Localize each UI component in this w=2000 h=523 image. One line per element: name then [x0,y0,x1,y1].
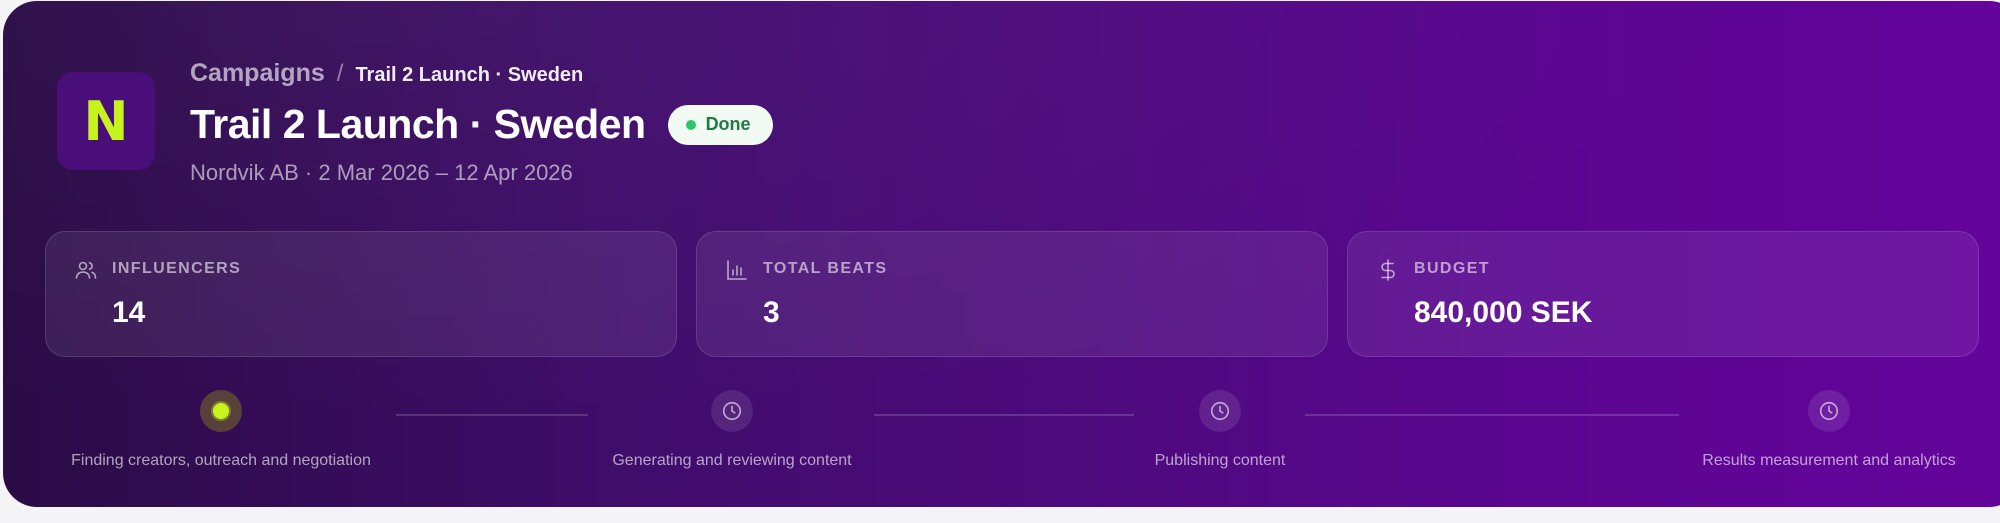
progress-step-generating-content[interactable]: Generating and reviewing content [482,390,982,470]
breadcrumb-current: Trail 2 Launch · Sweden [355,64,584,86]
progress-step-finding-creators[interactable]: Finding creators, outreach and negotiati… [0,390,471,470]
campaign-subtitle: Nordvik AB · 2 Mar 2026 – 12 Apr 2026 [190,160,573,185]
bar-chart-icon [727,260,747,280]
breadcrumb-campaigns-link[interactable]: Campaigns [190,59,325,88]
step-node [711,390,753,432]
stat-card-budget: BUDGET 840,000 SEK [1347,231,1979,357]
stat-value: 840,000 SEK [1414,296,1593,329]
status-dot-icon [685,119,696,130]
brand-logo-letter: N [83,89,129,153]
step-node [1199,390,1241,432]
dollar-icon [1381,259,1395,281]
stat-label: INFLUENCERS [112,260,242,277]
step-label: Generating and reviewing content [612,452,852,469]
stat-label: TOTAL BEATS [763,260,888,277]
step-label: Finding creators, outreach and negotiati… [71,452,371,469]
step-node [200,390,242,432]
breadcrumb-separator: / [336,60,344,87]
stat-value: 3 [763,296,780,329]
step-label: Publishing content [1154,452,1286,469]
status-badge: Done [667,104,773,145]
users-icon [75,261,97,279]
step-node [1808,390,1850,432]
stat-card-total-beats: TOTAL BEATS 3 [696,231,1328,357]
status-badge-label: Done [705,114,751,134]
stat-card-influencers: INFLUENCERS 14 [45,231,677,357]
title-row: Trail 2 Launch · Sweden Done [190,101,773,148]
page-title: Trail 2 Launch · Sweden [190,101,646,147]
clock-icon [1210,401,1230,421]
stat-value: 14 [112,296,146,329]
active-dot-icon [213,403,229,419]
progress-step-publishing-content[interactable]: Publishing content [970,390,1470,470]
step-label: Results measurement and analytics [1702,452,1956,469]
clock-icon [722,401,742,421]
stats-row: INFLUENCERS 14 TOTAL BEATS 3 BUDGET 840,… [45,231,1979,357]
stat-label: BUDGET [1414,260,1490,277]
brand-logo: N [57,72,155,170]
breadcrumb: Campaigns / Trail 2 Launch · Sweden [190,59,583,88]
progress-step-results-analytics[interactable]: Results measurement and analytics [1579,390,2000,470]
clock-icon [1819,401,1839,421]
